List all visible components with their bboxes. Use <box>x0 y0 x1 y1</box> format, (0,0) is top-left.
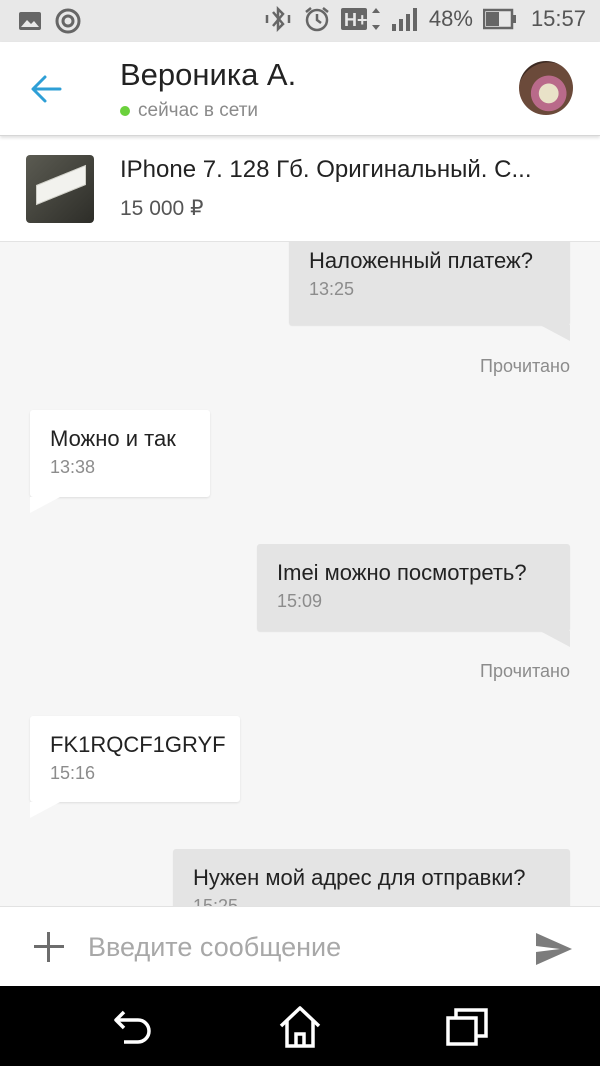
message-text: Imei можно посмотреть? <box>277 560 527 585</box>
home-nav-icon <box>279 1006 321 1048</box>
image-icon <box>18 11 42 31</box>
message-time: 15:25 <box>193 896 239 906</box>
presence-text: сейчас в сети <box>138 100 259 121</box>
back-nav-icon <box>114 1010 151 1044</box>
message-input[interactable] <box>88 925 508 969</box>
message-time: 15:16 <box>50 763 96 783</box>
read-status: Прочитано <box>480 356 570 376</box>
listing-thumbnail <box>26 155 94 223</box>
nav-back-button[interactable] <box>110 1004 156 1050</box>
contact-name[interactable]: Вероника А. <box>120 57 296 93</box>
message-time: 13:38 <box>50 457 96 477</box>
read-status: Прочитано <box>480 661 570 681</box>
message-text: Можно и так <box>50 426 176 451</box>
message-composer <box>0 906 600 986</box>
send-icon <box>536 933 572 965</box>
listing-price: 15 000 ₽ <box>120 197 204 220</box>
presence-status: сейчас в сети <box>120 100 258 122</box>
chat-header: Вероника А. сейчас в сети <box>0 42 600 136</box>
send-button[interactable] <box>534 931 574 967</box>
message-time: 15:09 <box>277 591 323 611</box>
message-incoming[interactable]: Можно и так 13:38 <box>30 410 210 513</box>
message-text: Нужен мой адрес для отправки? <box>193 865 526 890</box>
alarm-icon <box>303 5 331 33</box>
message-text: FK1RQCF1GRYF <box>50 732 226 757</box>
recent-apps-icon <box>446 1008 488 1046</box>
network-h-plus-icon: H+ <box>340 5 381 33</box>
battery-percent: 48% <box>428 6 473 31</box>
nav-home-button[interactable] <box>277 1004 323 1050</box>
status-time: 15:57 <box>530 6 586 31</box>
message-outgoing[interactable]: Imei можно посмотреть? 15:09 <box>257 544 570 647</box>
svg-text:H+: H+ <box>344 10 368 30</box>
status-bar: H+ 48% 15:57 <box>0 0 600 42</box>
message-incoming[interactable]: FK1RQCF1GRYF 15:16 <box>30 716 240 818</box>
sync-icon <box>54 7 82 35</box>
message-time: 13:25 <box>309 279 355 299</box>
nav-recents-button[interactable] <box>444 1004 490 1050</box>
back-button[interactable] <box>26 68 68 110</box>
battery-icon <box>482 8 517 30</box>
message-outgoing[interactable]: Наложенный платеж? 13:25 <box>289 242 570 341</box>
message-text: Наложенный платеж? <box>309 248 533 273</box>
signal-icon <box>391 6 419 32</box>
online-dot-icon <box>120 106 130 116</box>
listing-title: IPhone 7. 128 Гб. Оригинальный. С... <box>120 156 532 183</box>
avatar[interactable] <box>519 61 573 115</box>
message-list[interactable]: Наложенный платеж? 13:25 Прочитано Можно… <box>0 242 600 906</box>
arrow-left-icon <box>31 75 62 103</box>
listing-card[interactable]: IPhone 7. 128 Гб. Оригинальный. С... 15 … <box>0 136 600 242</box>
bluetooth-vibrate-icon <box>263 6 293 32</box>
system-nav-bar <box>0 986 600 1066</box>
attach-button[interactable] <box>34 932 64 962</box>
message-outgoing[interactable]: Нужен мой адрес для отправки? 15:25 <box>173 849 570 906</box>
